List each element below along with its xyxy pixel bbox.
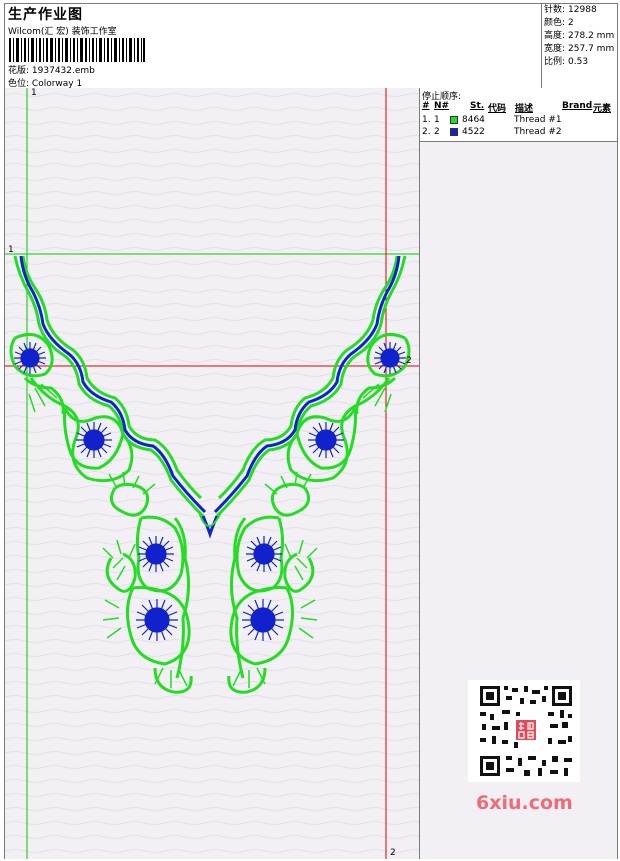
sheet-header: 生产作业图 Wilcom(汇 宏) 装饰工作室 花版: 1937432.emb … <box>5 4 617 89</box>
color-swatch <box>450 116 458 124</box>
stat-stitches: 针数: 12988 <box>544 5 597 15</box>
guide-label-horizontal-left: 1 <box>8 245 14 255</box>
stat-width: 宽度: 257.7 mm <box>544 44 615 54</box>
watermark-site-name: 6xiu.com <box>476 792 573 814</box>
stat-colors: 颜色: 2 <box>544 18 574 28</box>
stat-scale: 比例: 0.53 <box>544 57 589 67</box>
stop-sequence-row[interactable]: 2. 2 4522 Thread #2 <box>420 127 617 139</box>
stat-height: 高度: 278.2 mm <box>544 31 615 41</box>
thread-description: Thread #2 <box>514 127 562 137</box>
col-element: 元素 <box>593 104 612 114</box>
barcode-image <box>9 38 145 62</box>
sheet-title: 生产作业图 <box>8 7 83 23</box>
thread-code: 8464 <box>462 115 485 125</box>
design-file-line: 花版: 1937432.emb <box>8 63 95 76</box>
design-file-name: 1937432.emb <box>31 66 95 76</box>
guide-label-horizontal-right: 2 <box>406 356 412 366</box>
thread-code: 4522 <box>462 127 485 137</box>
stop-sequence-columns: # N# St. 代码 描述 Brand 元素 <box>420 101 617 114</box>
col-needle: N# <box>434 101 450 111</box>
guide-label-vertical-bottom: 2 <box>390 848 396 858</box>
embroidery-preview <box>5 88 419 859</box>
col-index: # <box>422 101 430 111</box>
design-canvas[interactable]: 1 1 2 2 <box>5 88 420 859</box>
stop-sequence-row[interactable]: 1. 1 8464 Thread #1 <box>420 115 617 127</box>
design-label: 花版: <box>8 66 30 76</box>
thread-description: Thread #1 <box>514 115 562 125</box>
col-stitch: St. <box>470 101 485 111</box>
color-swatch <box>450 128 458 136</box>
studio-name: Wilcom(汇 宏) 装饰工作室 <box>8 27 117 37</box>
qr-code-watermark <box>468 680 580 782</box>
col-description: 描述 <box>515 104 534 114</box>
guide-label-vertical-top: 1 <box>31 88 37 98</box>
col-brand: Brand <box>562 101 593 111</box>
col-code: 代码 <box>488 104 507 114</box>
stop-sequence-header: 停止顺序: # N# St. 代码 描述 Brand 元素 1. 1 8464 … <box>420 88 617 142</box>
design-stats-panel: 针数: 12988 颜色: 2 高度: 278.2 mm 宽度: 257.7 mm 比例… <box>541 4 618 88</box>
